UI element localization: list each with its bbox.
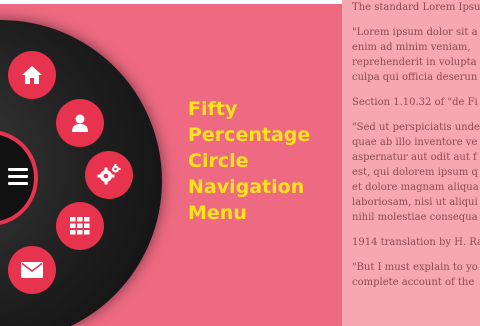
side-content-panel: The standard Lorem Ipsu "Lorem ipsum dol… bbox=[342, 0, 480, 326]
paragraph: "Lorem ipsum dolor sit a enim ad minim v… bbox=[352, 25, 480, 85]
hamburger-icon bbox=[8, 182, 28, 185]
lorem-ipsum-text: The standard Lorem Ipsu "Lorem ipsum dol… bbox=[352, 0, 480, 300]
text-line: culpa qui officia deserun bbox=[352, 72, 478, 83]
hamburger-icon bbox=[8, 175, 28, 178]
gears-icon bbox=[97, 164, 121, 185]
text-line: laboriosam, nisi ut aliqui bbox=[352, 197, 478, 208]
grid-icon bbox=[70, 217, 90, 235]
paragraph: "But I must explain to yo complete accou… bbox=[352, 260, 480, 290]
text-line: et dolore magnam aliqua bbox=[352, 182, 479, 193]
text-line: quae ab illo inventore ve bbox=[352, 137, 478, 148]
text-line: enim ad minim veniam, bbox=[352, 42, 471, 53]
nav-apps-button[interactable] bbox=[56, 202, 104, 250]
hamburger-icon bbox=[8, 168, 28, 171]
envelope-icon bbox=[21, 262, 43, 278]
nav-settings-button[interactable] bbox=[85, 151, 133, 199]
paragraph: 1914 translation by H. Ra bbox=[352, 235, 480, 250]
text-line: est, qui dolorem ipsum q bbox=[352, 167, 478, 178]
text-line: The standard Lorem Ipsu bbox=[352, 2, 480, 13]
home-icon bbox=[22, 66, 42, 84]
text-line: reprehenderit in volupta bbox=[352, 57, 477, 68]
page-title: Fifty Percentage Circle Navigation Menu bbox=[188, 98, 311, 224]
text-line: 1914 translation by H. Ra bbox=[352, 237, 480, 248]
menu-toggle-button[interactable] bbox=[8, 168, 30, 186]
text-line: "Lorem ipsum dolor sit a bbox=[352, 27, 478, 38]
user-icon bbox=[72, 114, 88, 132]
paragraph: "Sed ut perspiciatis unde quae ab illo i… bbox=[352, 120, 480, 225]
text-line: nihil molestiae consequa bbox=[352, 212, 478, 223]
text-line: "Sed ut perspiciatis unde bbox=[352, 122, 480, 133]
text-line: "But I must explain to yo bbox=[352, 262, 478, 273]
nav-home-button[interactable] bbox=[8, 51, 56, 99]
nav-mail-button[interactable] bbox=[8, 246, 56, 294]
text-line: complete account of the bbox=[352, 277, 475, 288]
paragraph: Section 1.10.32 of "de Fi bbox=[352, 95, 480, 110]
text-line: aspernatur aut odit aut f bbox=[352, 152, 477, 163]
text-line: Section 1.10.32 of "de Fi bbox=[352, 97, 478, 108]
nav-profile-button[interactable] bbox=[56, 99, 104, 147]
paragraph: The standard Lorem Ipsu bbox=[352, 0, 480, 15]
